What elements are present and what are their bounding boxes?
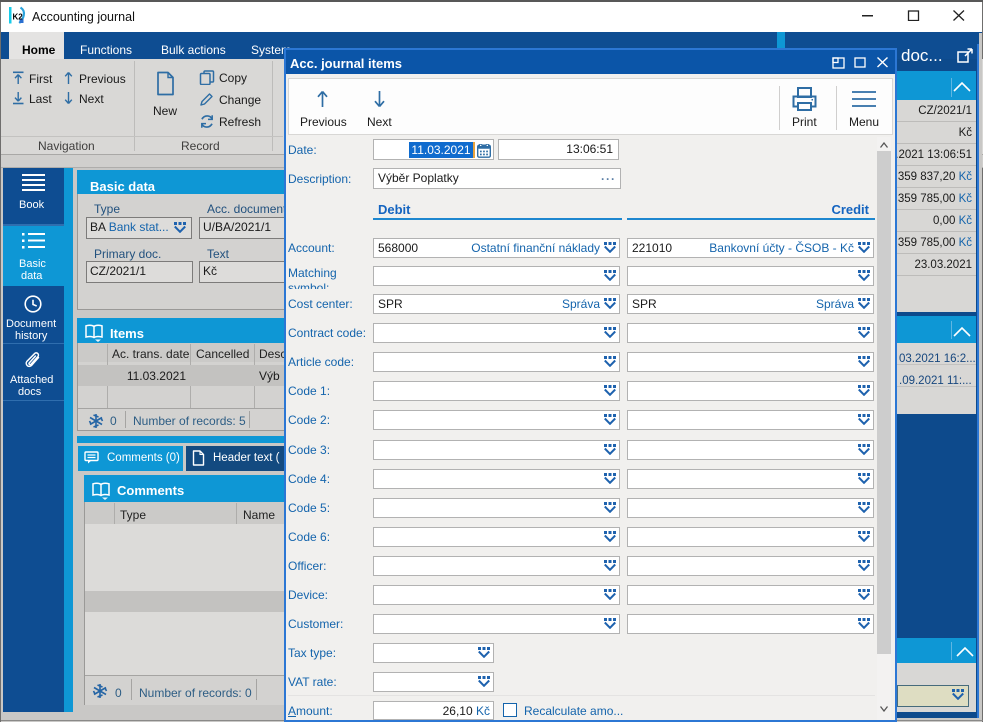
svg-text:K2: K2 [13,13,24,22]
